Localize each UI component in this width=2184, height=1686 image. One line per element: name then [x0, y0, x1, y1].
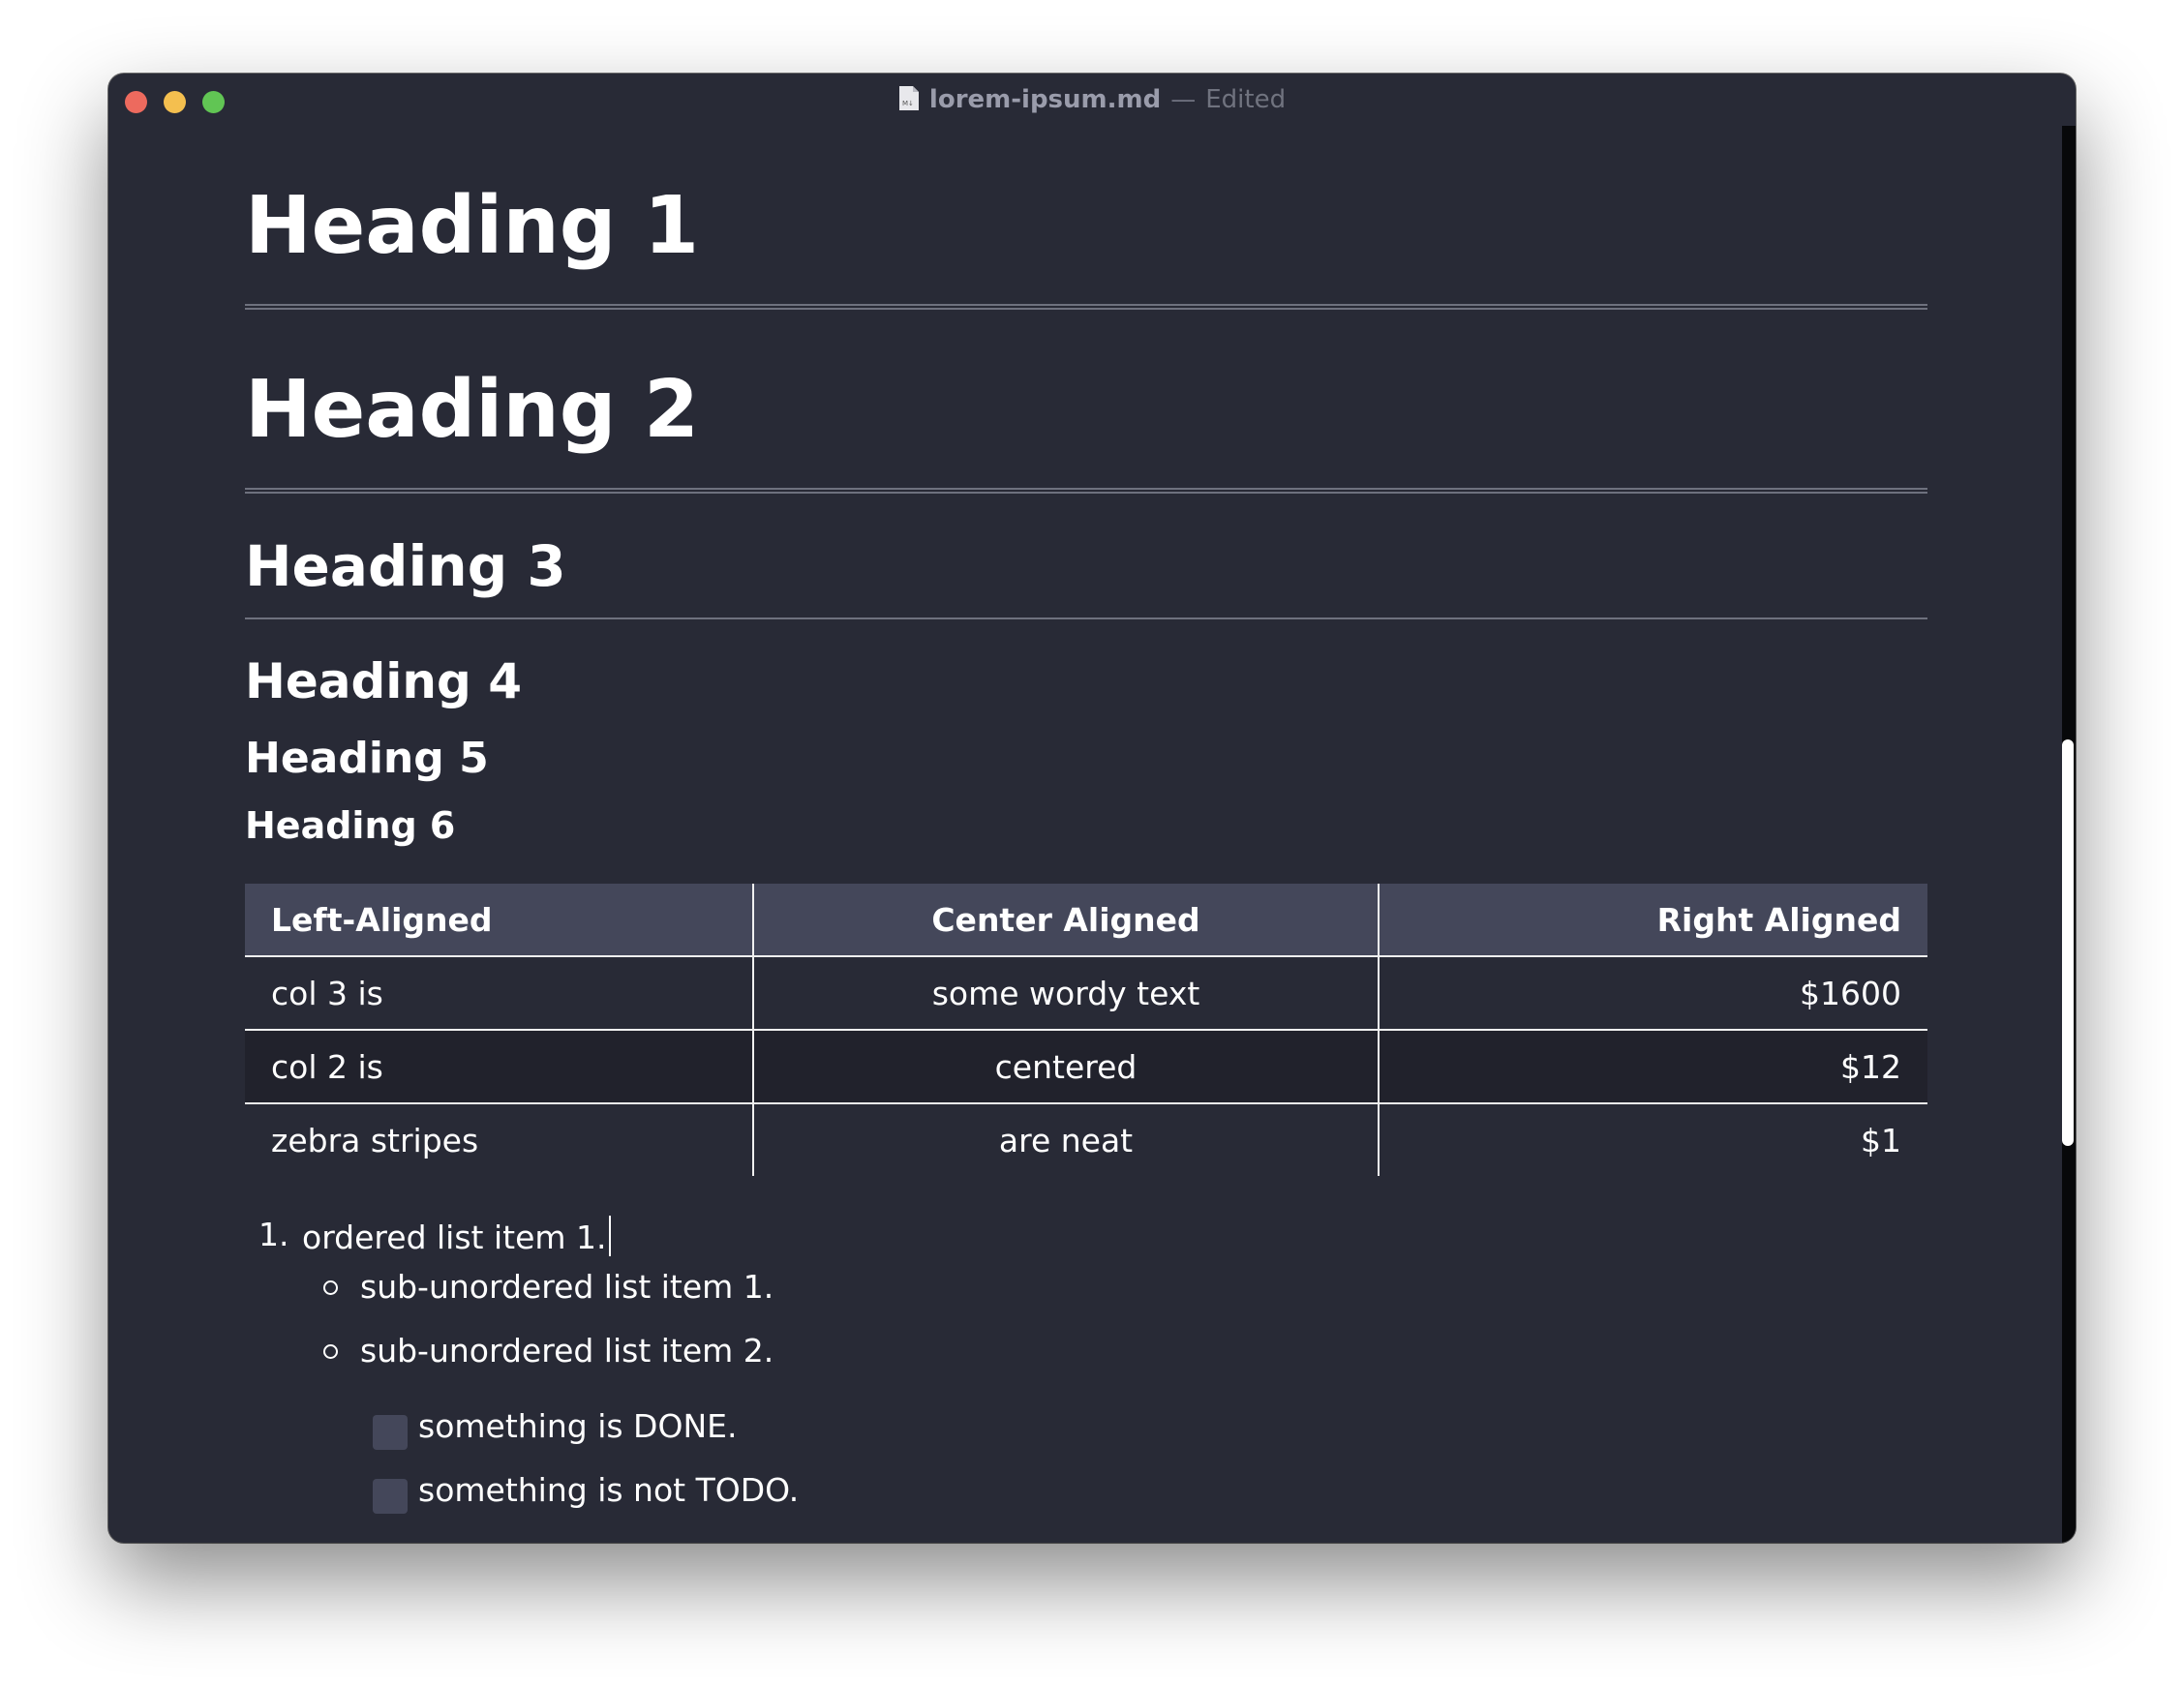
heading-2-rule	[245, 488, 1927, 494]
ordered-list-marker: 1.	[258, 1216, 289, 1253]
table-cell[interactable]: $12	[1378, 1030, 1927, 1104]
window-title: M↓ lorem-ipsum.md — Edited	[108, 85, 2076, 118]
markdown-file-icon: M↓	[898, 85, 920, 118]
header-left-aligned: Left-Aligned	[245, 884, 753, 957]
heading-3-rule	[245, 617, 1927, 619]
title-bar: M↓ lorem-ipsum.md — Edited	[108, 74, 2076, 126]
table-cell[interactable]: col 2 is	[245, 1030, 753, 1104]
header-center-aligned: Center Aligned	[752, 884, 1379, 957]
edit-status: Edited	[1205, 85, 1287, 114]
header-right-aligned: Right Aligned	[1378, 884, 1927, 957]
list-item[interactable]: ordered list item 1.	[302, 1216, 611, 1257]
table-cell[interactable]: are neat	[752, 1103, 1379, 1176]
text-cursor	[608, 1216, 611, 1256]
table-row: zebra stripes are neat $1	[245, 1103, 1927, 1176]
heading-4: Heading 4	[245, 653, 523, 709]
task-item[interactable]: something is DONE.	[418, 1407, 737, 1446]
bullet-icon	[323, 1344, 338, 1359]
table-cell[interactable]: zebra stripes	[245, 1103, 753, 1176]
heading-6: Heading 6	[245, 804, 456, 847]
table-cell[interactable]: $1600	[1378, 956, 1927, 1031]
bullet-icon	[323, 1280, 338, 1295]
table-row: col 2 is centered $12	[245, 1030, 1927, 1104]
heading-1: Heading 1	[245, 180, 700, 272]
ordered-list-item-text: ordered list item 1.	[302, 1219, 607, 1256]
table-cell[interactable]: col 3 is	[245, 956, 753, 1031]
markdown-table[interactable]: Left-Aligned Center Aligned Right Aligne…	[245, 884, 1927, 1176]
list-item[interactable]: sub-unordered list item 1.	[360, 1268, 774, 1307]
scrollbar-thumb[interactable]	[2062, 739, 2074, 1146]
task-checkbox[interactable]	[373, 1479, 408, 1514]
heading-5: Heading 5	[245, 734, 489, 783]
list-item[interactable]: sub-unordered list item 2.	[360, 1332, 774, 1370]
table-cell[interactable]: centered	[752, 1030, 1379, 1104]
title-separator: —	[1170, 85, 1197, 114]
heading-3: Heading 3	[245, 533, 566, 599]
file-name: lorem-ipsum.md	[928, 85, 1162, 114]
svg-text:M↓: M↓	[902, 100, 914, 107]
table-cell[interactable]: $1	[1378, 1103, 1927, 1176]
heading-1-rule	[245, 304, 1927, 310]
table-row: col 3 is some wordy text $1600	[245, 956, 1927, 1031]
table-header-row: Left-Aligned Center Aligned Right Aligne…	[245, 884, 1927, 957]
table-cell[interactable]: some wordy text	[752, 956, 1379, 1031]
heading-2: Heading 2	[245, 364, 700, 456]
task-item[interactable]: something is not TODO.	[418, 1471, 799, 1510]
task-checkbox[interactable]	[373, 1415, 408, 1450]
